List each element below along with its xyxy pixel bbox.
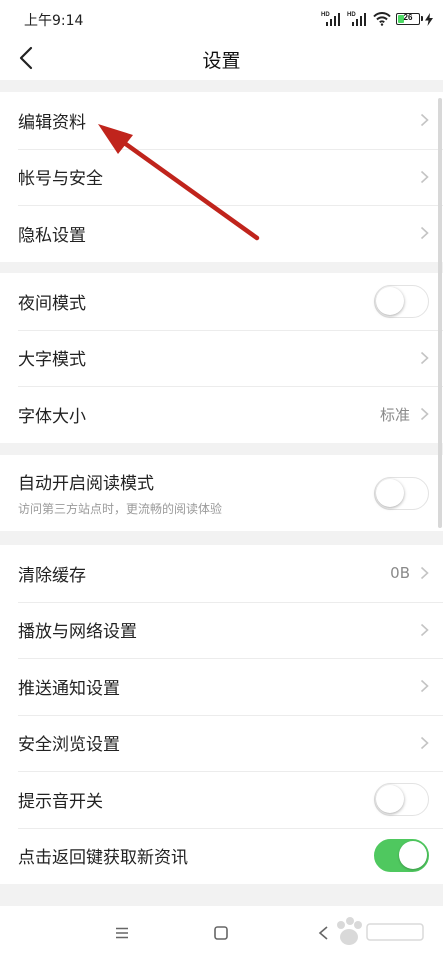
settings-group-general: 清除缓存 0B 播放与网络设置 推送通知设置 安全浏览设置 提示音开关 点击返回…: [0, 545, 443, 884]
settings-group-reading: 自动开启阅读模式 访问第三方站点时，更流畅的阅读体验: [0, 455, 443, 531]
row-sublabel: 访问第三方站点时，更流畅的阅读体验: [18, 502, 223, 516]
playback-network-row[interactable]: 播放与网络设置: [0, 601, 443, 659]
status-time: 上午9:14: [24, 13, 84, 29]
status-icons: HD HD 26: [321, 10, 433, 26]
night-mode-row: 夜间模式: [0, 273, 443, 330]
chevron-right-icon: [420, 227, 429, 240]
chevron-right-icon: [420, 567, 429, 580]
font-size-row[interactable]: 字体大小 标准: [0, 386, 443, 443]
row-label: 提示音开关: [18, 791, 103, 812]
safe-browsing-row[interactable]: 安全浏览设置: [0, 714, 443, 772]
chevron-right-icon: [420, 170, 429, 183]
menu-button[interactable]: [111, 922, 133, 944]
cache-size-value: 0B: [390, 564, 410, 583]
menu-icon: [116, 927, 128, 939]
sound-toggle[interactable]: [374, 782, 429, 816]
row-label: 帐号与安全: [18, 169, 103, 190]
night-mode-toggle[interactable]: [374, 284, 429, 318]
row-label: 编辑资料: [18, 112, 86, 133]
row-label: 夜间模式: [18, 293, 86, 314]
large-font-mode-row[interactable]: 大字模式: [0, 329, 443, 387]
baidu-paw-logo: [337, 917, 424, 945]
row-label: 自动开启阅读模式: [18, 474, 154, 494]
charging-icon: [425, 13, 433, 26]
chevron-right-icon: [420, 351, 429, 364]
sound-toggle-row: 提示音开关: [0, 771, 443, 828]
signal-icon: HD: [321, 12, 342, 26]
chevron-right-icon: [420, 680, 429, 693]
row-label: 大字模式: [18, 350, 86, 371]
page-title: 设置: [202, 50, 241, 72]
row-label: 点击返回键获取新资讯: [18, 848, 188, 869]
settings-group-display: 夜间模式 大字模式 字体大小 标准: [0, 273, 443, 443]
back-key-refresh-row: 点击返回键获取新资讯: [0, 827, 443, 885]
auto-reading-mode-row: 自动开启阅读模式 访问第三方站点时，更流畅的阅读体验: [0, 455, 443, 531]
square-icon: [214, 926, 228, 940]
settings-group-account: 编辑资料 帐号与安全 隐私设置: [0, 92, 443, 262]
home-button[interactable]: [210, 922, 232, 944]
clear-cache-row[interactable]: 清除缓存 0B: [0, 545, 443, 602]
row-label: 播放与网络设置: [18, 622, 137, 643]
row-label: 隐私设置: [18, 225, 86, 246]
signal-hd-label-2: HD: [347, 12, 356, 18]
chevron-right-icon: [420, 623, 429, 636]
signal-icon-2: HD: [347, 12, 368, 26]
battery-icon: 26: [396, 13, 423, 25]
chevron-right-icon: [420, 114, 429, 127]
privacy-settings-row[interactable]: 隐私设置: [0, 205, 443, 262]
row-label: 安全浏览设置: [18, 735, 120, 756]
push-notification-row[interactable]: 推送通知设置: [0, 658, 443, 715]
chevron-right-icon: [420, 408, 429, 421]
row-label: 清除缓存: [18, 565, 86, 586]
status-bar: 上午9:14 HD HD 26: [0, 0, 443, 36]
chevron-right-icon: [420, 736, 429, 749]
scrollbar[interactable]: [438, 98, 442, 528]
battery-level: 26: [403, 13, 413, 22]
row-label: 推送通知设置: [18, 678, 120, 699]
wifi-icon: [373, 12, 391, 26]
back-key-refresh-toggle[interactable]: [374, 839, 429, 873]
account-security-row[interactable]: 帐号与安全: [0, 148, 443, 206]
row-label: 字体大小: [18, 406, 86, 427]
title-bar: 设置: [0, 36, 443, 80]
edit-profile-row[interactable]: 编辑资料: [0, 92, 443, 149]
font-size-value: 标准: [379, 405, 410, 424]
signal-hd-label: HD: [321, 12, 330, 18]
auto-reading-mode-toggle[interactable]: [374, 476, 429, 510]
